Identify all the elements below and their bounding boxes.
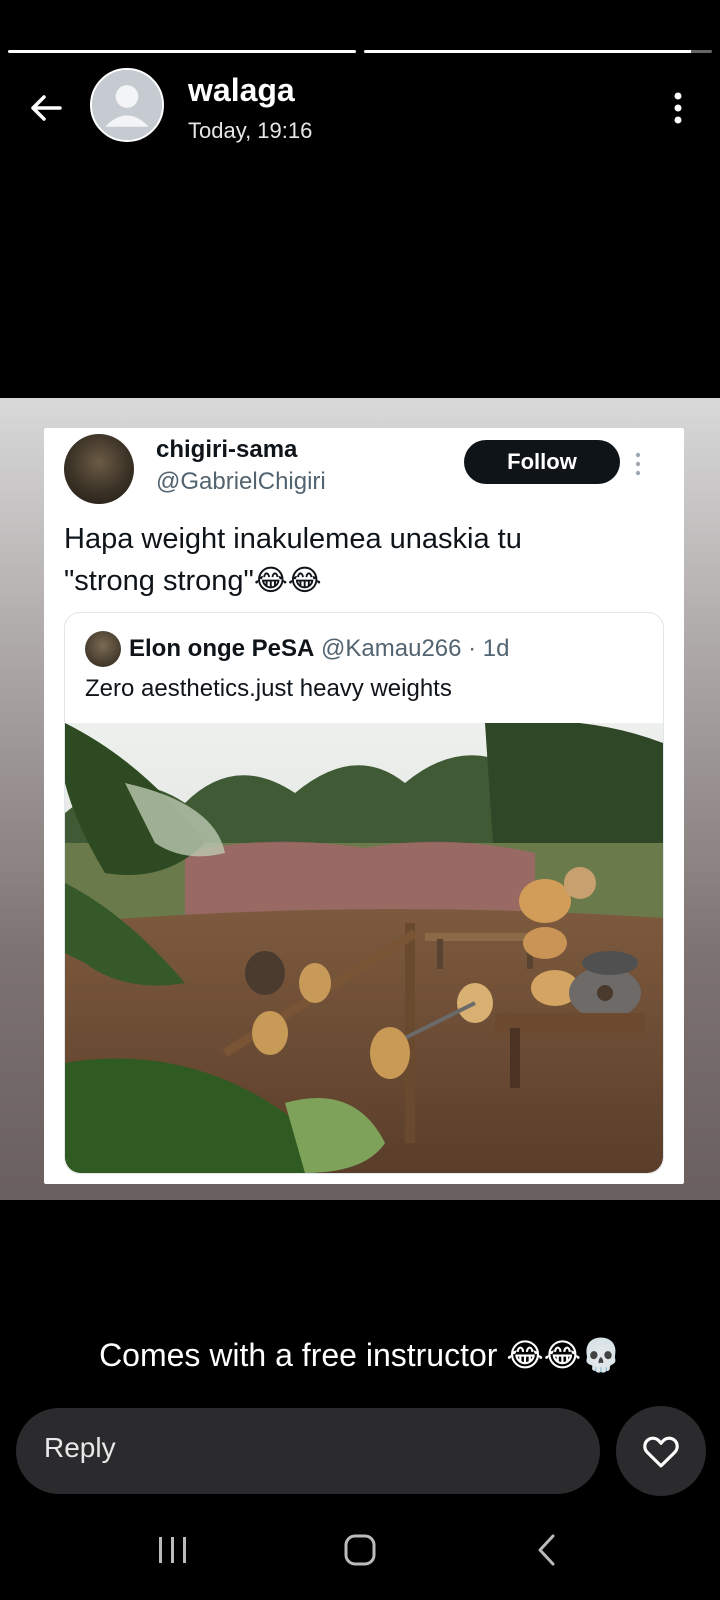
progress-segment <box>364 50 712 53</box>
home-icon <box>344 1534 376 1566</box>
tweet-text-line: "strong strong"😂😂 <box>64 565 322 597</box>
quoted-author-handle: @Kamau266 · 1d <box>321 635 510 662</box>
recent-apps-button[interactable] <box>143 1520 203 1580</box>
like-button[interactable] <box>616 1406 706 1496</box>
quoted-photo <box>65 723 663 1173</box>
tweet-author-handle: @GabrielChigiri <box>156 468 326 495</box>
quoted-tweet: Elon onge PeSA @Kamau266 · 1d Zero aesth… <box>64 612 664 1174</box>
quoted-author-name: Elon onge PeSA <box>129 635 315 662</box>
default-avatar-icon <box>92 70 162 140</box>
progress-segment <box>8 50 356 53</box>
tweet-more-icon <box>626 448 650 480</box>
story-progress <box>8 50 712 54</box>
more-vertical-icon <box>674 92 682 124</box>
more-button[interactable] <box>660 88 696 128</box>
home-button[interactable] <box>330 1520 390 1580</box>
back-button[interactable] <box>22 84 70 132</box>
tweet-text-line: Hapa weight inakulemea unaskia tu <box>64 523 522 555</box>
quoted-avatar <box>85 631 121 667</box>
heart-icon <box>643 1436 679 1468</box>
tweet-text: Hapa weight inakulemea unaskia tu "stron… <box>64 518 644 602</box>
quoted-text: Zero aesthetics.just heavy weights <box>85 675 452 702</box>
story-author[interactable]: walaga <box>188 72 295 109</box>
outdoor-gym-photo <box>65 723 663 1173</box>
story-time: Today, 19:16 <box>188 118 313 143</box>
reply-field[interactable]: Reply <box>16 1408 600 1494</box>
reply-placeholder: Reply <box>44 1432 116 1463</box>
avatar[interactable] <box>90 68 164 142</box>
story-caption: Comes with a free instructor 😂😂💀 <box>99 1337 621 1373</box>
story-header: walaga Today, 19:16 <box>0 68 720 148</box>
recent-apps-icon <box>159 1537 187 1563</box>
tweet-screenshot: chigiri-sama @GabrielChigiri Follow Hapa… <box>44 428 684 1184</box>
story-media[interactable]: chigiri-sama @GabrielChigiri Follow Hapa… <box>0 398 720 1200</box>
nav-back-button[interactable] <box>517 1520 577 1580</box>
tweet-author-name: chigiri-sama <box>156 436 298 463</box>
tweet-avatar <box>64 434 134 504</box>
system-nav-bar <box>0 1500 720 1600</box>
follow-button: Follow <box>464 440 620 484</box>
back-arrow-icon <box>31 95 62 121</box>
nav-back-icon <box>538 1534 555 1566</box>
quoted-meta: Elon onge PeSA @Kamau266 · 1d <box>129 635 510 663</box>
